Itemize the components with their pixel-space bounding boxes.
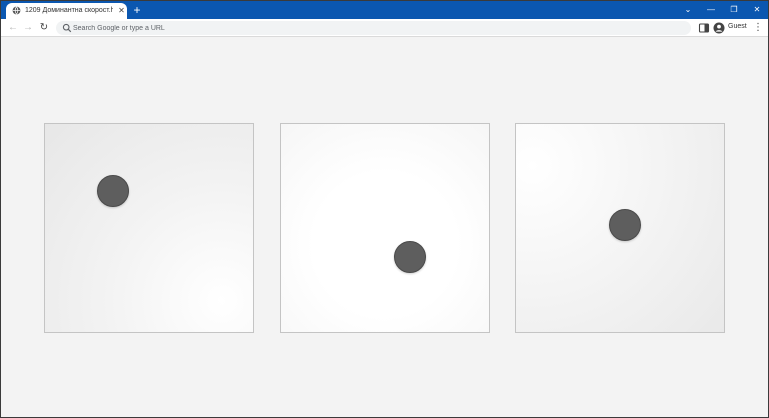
profile-button[interactable]: Guest — [713, 21, 749, 35]
restore-button[interactable]: ❐ — [727, 3, 741, 17]
minimize-button[interactable]: — — [704, 3, 718, 17]
forward-button[interactable]: → — [21, 21, 35, 35]
tab-close-icon[interactable]: ✕ — [117, 6, 126, 16]
side-panel-icon[interactable] — [698, 22, 710, 34]
address-input[interactable] — [73, 22, 673, 34]
panel-2 — [280, 123, 490, 333]
active-tab[interactable]: 1209 Доминантна скорост.html ✕ — [6, 3, 127, 19]
reload-button[interactable]: ↻ — [37, 21, 51, 35]
browser-toolbar: ← → ↻ Guest ⋮ — [1, 19, 768, 37]
close-window-button[interactable]: ✕ — [750, 3, 764, 17]
more-menu-icon[interactable]: ⋮ — [753, 21, 763, 35]
omnibox[interactable] — [56, 21, 691, 35]
new-tab-button[interactable]: + — [130, 3, 144, 17]
page-content — [1, 38, 768, 417]
tab-strip: 1209 Доминантна скорост.html ✕ + ⌄ — ❐ ✕ — [1, 1, 768, 19]
moving-dot — [609, 209, 641, 241]
search-icon — [62, 23, 72, 33]
profile-label: Guest — [728, 23, 747, 30]
panel-1 — [44, 123, 254, 333]
globe-icon — [12, 6, 21, 15]
moving-dot — [97, 175, 129, 207]
moving-dot — [394, 241, 426, 273]
tab-search-chevron-icon[interactable]: ⌄ — [681, 3, 695, 17]
browser-window: 1209 Доминантна скорост.html ✕ + ⌄ — ❐ ✕… — [0, 0, 769, 418]
tab-title: 1209 Доминантна скорост.html — [25, 7, 113, 14]
panel-3 — [515, 123, 725, 333]
back-button[interactable]: ← — [6, 21, 20, 35]
guest-avatar-icon — [713, 22, 725, 34]
